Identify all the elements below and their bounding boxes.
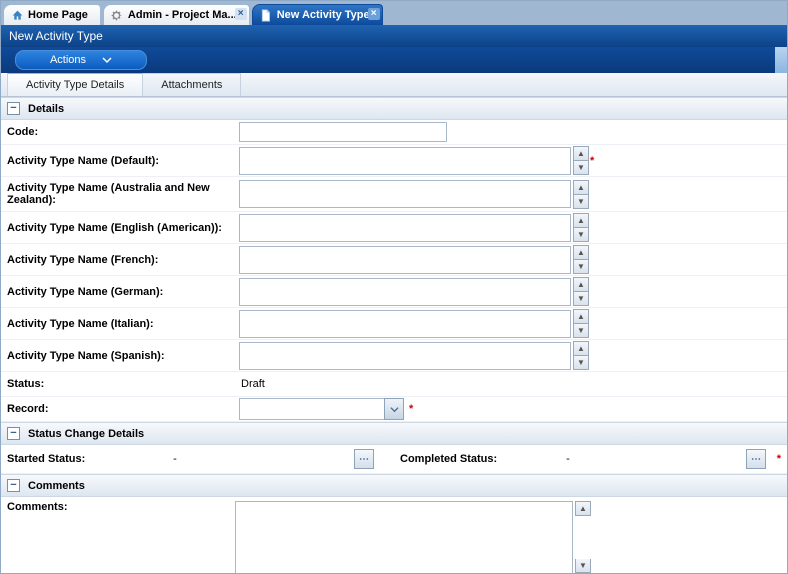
record-input[interactable] xyxy=(239,398,384,420)
lookup-button[interactable] xyxy=(746,449,766,469)
record-combo[interactable] xyxy=(239,398,404,420)
code-input[interactable] xyxy=(239,122,447,142)
completed-status-cell: Completed Status: - * xyxy=(394,445,787,473)
name-fr-input[interactable] xyxy=(239,246,571,274)
row-name-en-us: Activity Type Name (English (American)):… xyxy=(1,212,787,244)
section-header-status-change: − Status Change Details xyxy=(1,422,787,445)
chevron-down-icon xyxy=(102,55,112,65)
started-status-value: - xyxy=(163,453,187,465)
status-value: Draft xyxy=(239,378,265,390)
page-title: New Activity Type xyxy=(9,29,103,43)
row-record: Record: * xyxy=(1,397,787,422)
lookup-button[interactable] xyxy=(354,449,374,469)
resize-stepper: ▲ ▼ xyxy=(573,146,585,175)
name-default-label: Activity Type Name (Default): xyxy=(7,151,235,171)
expand-up-icon[interactable]: ▲ xyxy=(573,146,589,161)
collapse-toggle[interactable]: − xyxy=(7,479,20,492)
name-en-us-input[interactable] xyxy=(239,214,571,242)
row-name-fr: Activity Type Name (French): ▲▼ xyxy=(1,244,787,276)
name-de-input[interactable] xyxy=(239,278,571,306)
comments-input[interactable] xyxy=(235,501,573,574)
started-status-cell: Started Status: - xyxy=(1,445,394,473)
expand-down-icon[interactable]: ▼ xyxy=(573,161,589,175)
name-en-us-label: Activity Type Name (English (American)): xyxy=(7,218,235,238)
record-label: Record: xyxy=(7,399,235,419)
completed-status-label: Completed Status: xyxy=(400,453,550,465)
subtab-activity-type-details[interactable]: Activity Type Details xyxy=(7,72,143,96)
name-de-label: Activity Type Name (German): xyxy=(7,282,235,302)
expand-up-icon[interactable]: ▲ xyxy=(573,341,589,356)
started-status-label: Started Status: xyxy=(7,453,157,465)
row-comments: Comments: ▲ ▼ xyxy=(1,497,787,574)
section-header-comments: − Comments xyxy=(1,474,787,497)
tab-new-activity-type[interactable]: New Activity Type × xyxy=(252,4,383,25)
completed-status-value: - xyxy=(556,453,580,465)
tab-label: Admin - Project Ma... xyxy=(128,9,237,21)
expand-up-icon[interactable]: ▲ xyxy=(573,213,589,228)
name-it-input[interactable] xyxy=(239,310,571,338)
section-header-details: − Details xyxy=(1,97,787,120)
name-anz-label: Activity Type Name (Australia and New Ze… xyxy=(7,178,235,210)
section-title: Comments xyxy=(28,480,85,492)
required-asterisk: * xyxy=(777,453,781,465)
actions-menu-button[interactable]: Actions xyxy=(15,50,147,70)
subtab-attachments[interactable]: Attachments xyxy=(143,73,241,96)
expand-up-icon[interactable]: ▲ xyxy=(573,245,589,260)
tab-label: Home Page xyxy=(28,9,88,21)
section-title: Status Change Details xyxy=(28,428,144,440)
sub-tabs: Activity Type Details Attachments xyxy=(1,73,787,97)
row-name-anz: Activity Type Name (Australia and New Ze… xyxy=(1,177,787,212)
row-status-change: Started Status: - Completed Status: - * xyxy=(1,445,787,474)
section-title: Details xyxy=(28,103,64,115)
close-icon[interactable]: × xyxy=(368,8,380,20)
tab-admin[interactable]: Admin - Project Ma... × xyxy=(103,4,250,25)
gear-icon xyxy=(110,8,124,22)
expand-up-icon[interactable]: ▲ xyxy=(573,309,589,324)
expand-up-icon[interactable]: ▲ xyxy=(573,277,589,292)
expand-down-icon[interactable]: ▼ xyxy=(573,324,589,338)
close-icon[interactable]: × xyxy=(235,8,247,20)
expand-down-icon[interactable]: ▼ xyxy=(573,292,589,306)
required-asterisk: * xyxy=(409,403,413,415)
name-anz-input[interactable] xyxy=(239,180,571,208)
comments-label: Comments: xyxy=(7,501,235,574)
tab-label: New Activity Type xyxy=(277,9,370,21)
corner-decoration xyxy=(775,47,787,73)
row-name-it: Activity Type Name (Italian): ▲▼ xyxy=(1,308,787,340)
expand-down-icon[interactable]: ▼ xyxy=(575,559,591,573)
chevron-down-icon[interactable] xyxy=(384,398,404,420)
page-title-bar: New Activity Type xyxy=(1,25,787,47)
actions-bar: Actions xyxy=(1,47,787,73)
expand-down-icon[interactable]: ▼ xyxy=(573,356,589,370)
collapse-toggle[interactable]: − xyxy=(7,427,20,440)
name-es-label: Activity Type Name (Spanish): xyxy=(7,346,235,366)
expand-up-icon[interactable]: ▲ xyxy=(575,501,591,516)
expand-down-icon[interactable]: ▼ xyxy=(573,260,589,274)
code-label: Code: xyxy=(7,122,235,142)
name-es-input[interactable] xyxy=(239,342,571,370)
status-label: Status: xyxy=(7,374,235,394)
tab-home[interactable]: Home Page xyxy=(3,4,101,25)
row-name-de: Activity Type Name (German): ▲▼ xyxy=(1,276,787,308)
window-tabs: Home Page Admin - Project Ma... × New Ac… xyxy=(1,1,787,25)
required-asterisk: * xyxy=(590,155,594,167)
row-code: Code: xyxy=(1,120,787,145)
name-fr-label: Activity Type Name (French): xyxy=(7,250,235,270)
actions-label: Actions xyxy=(50,54,86,66)
file-icon xyxy=(259,8,273,22)
row-name-default: Activity Type Name (Default): ▲ ▼ * xyxy=(1,145,787,177)
name-it-label: Activity Type Name (Italian): xyxy=(7,314,235,334)
row-name-es: Activity Type Name (Spanish): ▲▼ xyxy=(1,340,787,372)
home-icon xyxy=(10,8,24,22)
content-area: − Details Code: Activity Type Name (Defa… xyxy=(1,97,787,574)
collapse-toggle[interactable]: − xyxy=(7,102,20,115)
expand-down-icon[interactable]: ▼ xyxy=(573,195,589,209)
expand-down-icon[interactable]: ▼ xyxy=(573,228,589,242)
name-default-input[interactable] xyxy=(239,147,571,175)
expand-up-icon[interactable]: ▲ xyxy=(573,180,589,195)
row-status: Status: Draft xyxy=(1,372,787,397)
